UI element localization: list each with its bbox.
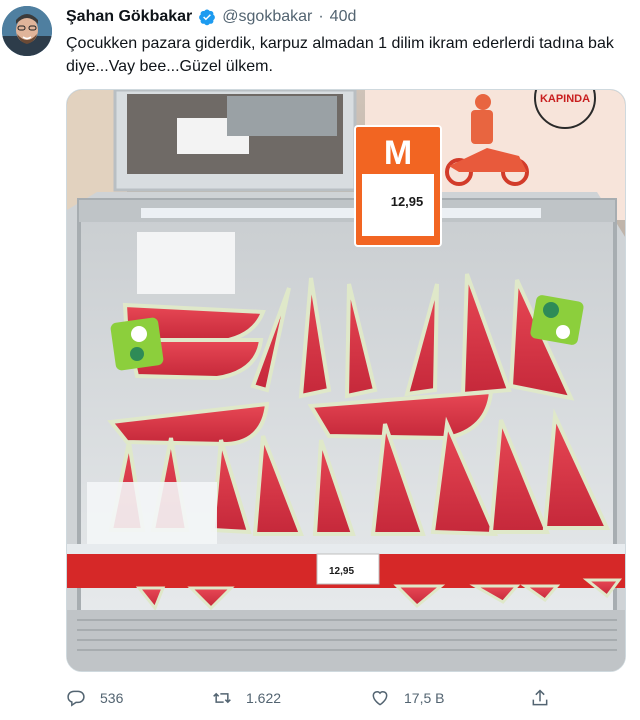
like-button[interactable]: 17,5 B xyxy=(370,684,444,712)
price-sign-letter: M xyxy=(384,134,412,172)
avatar[interactable] xyxy=(2,6,52,56)
reply-icon xyxy=(67,690,85,707)
banner-text: KAPINDA xyxy=(540,93,590,105)
tweet-timestamp[interactable]: 40d xyxy=(330,8,357,26)
price-sign-price: 12,95 xyxy=(391,194,424,209)
reply-button[interactable]: 536 xyxy=(66,684,123,712)
price-sign: M 12,95 xyxy=(354,125,442,247)
share-icon xyxy=(532,689,548,706)
tweet-header: Şahan Gökbakar @sgokbakar · 40d xyxy=(66,7,630,27)
green-sticker-left xyxy=(110,317,164,371)
display-name[interactable]: Şahan Gökbakar xyxy=(66,8,192,26)
retweet-button[interactable]: 1.622 xyxy=(212,684,281,712)
watermelon-fridge-photo: KAPINDA M 12,95 12,95 xyxy=(67,90,625,671)
reply-count: 536 xyxy=(100,690,124,706)
user-handle[interactable]: @sgokbakar xyxy=(222,8,312,26)
tweet-text: Çocukken pazara giderdik, karpuz almadan… xyxy=(66,35,614,75)
share-button[interactable] xyxy=(530,684,550,712)
avatar-image xyxy=(2,6,52,56)
heart-icon xyxy=(372,691,388,706)
tweet-photo[interactable]: KAPINDA M 12,95 12,95 xyxy=(66,89,626,672)
verified-badge-icon xyxy=(199,9,216,26)
like-count: 17,5 B xyxy=(404,690,445,706)
retweet-count: 1.622 xyxy=(246,690,282,706)
separator-dot: · xyxy=(318,8,324,25)
retweet-icon xyxy=(213,692,231,704)
shelf-price-label: 12,95 xyxy=(329,566,354,577)
green-sticker-right xyxy=(530,295,584,345)
tweet-actions: 536 1.622 17,5 B xyxy=(66,684,566,712)
